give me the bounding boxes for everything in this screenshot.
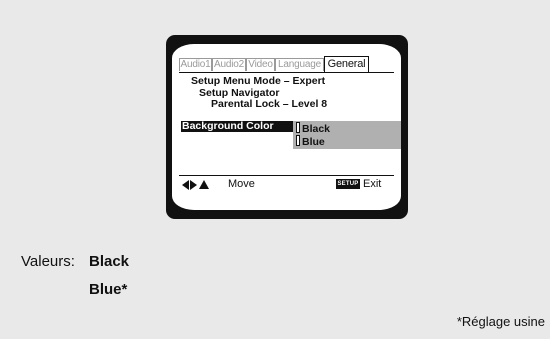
tab-bar: Audio1 Audio2 Video Language General (179, 56, 394, 72)
menu-item-setup-menu-mode[interactable]: Setup Menu Mode – Expert (191, 75, 325, 87)
valeurs-label: Valeurs: (21, 253, 75, 270)
exit-label: Exit (363, 178, 382, 190)
move-arrows-icon (182, 180, 222, 190)
arrow-up-icon (199, 180, 209, 189)
setup-key-icon: SETUP (336, 179, 360, 189)
arrow-right-icon (190, 180, 197, 190)
factory-setting-footnote: *Réglage usine (456, 314, 545, 329)
cursor-marker-icon (296, 135, 300, 146)
option-black-label: Black (302, 123, 331, 135)
footer-divider (179, 175, 394, 176)
tab-audio1[interactable]: Audio1 (179, 58, 212, 71)
tab-language[interactable]: Language (275, 58, 324, 71)
background-color-label: Background Color (182, 120, 274, 132)
value-black: Black (89, 253, 130, 270)
tab-video[interactable]: Video (246, 58, 275, 71)
option-black[interactable]: Black (296, 122, 330, 135)
option-blue[interactable]: Blue (296, 135, 325, 148)
value-blue: Blue* (89, 281, 128, 298)
menu-item-parental-lock[interactable]: Parental Lock – Level 8 (211, 98, 327, 110)
arrow-left-icon (182, 180, 189, 190)
move-label: Move (228, 178, 255, 190)
tab-general[interactable]: General (324, 56, 369, 72)
option-blue-label: Blue (302, 136, 325, 148)
cursor-marker-icon (296, 122, 300, 133)
tv-screen: Audio1 Audio2 Video Language General Set… (172, 44, 401, 210)
tab-divider (179, 72, 394, 73)
tab-audio2[interactable]: Audio2 (212, 58, 246, 71)
